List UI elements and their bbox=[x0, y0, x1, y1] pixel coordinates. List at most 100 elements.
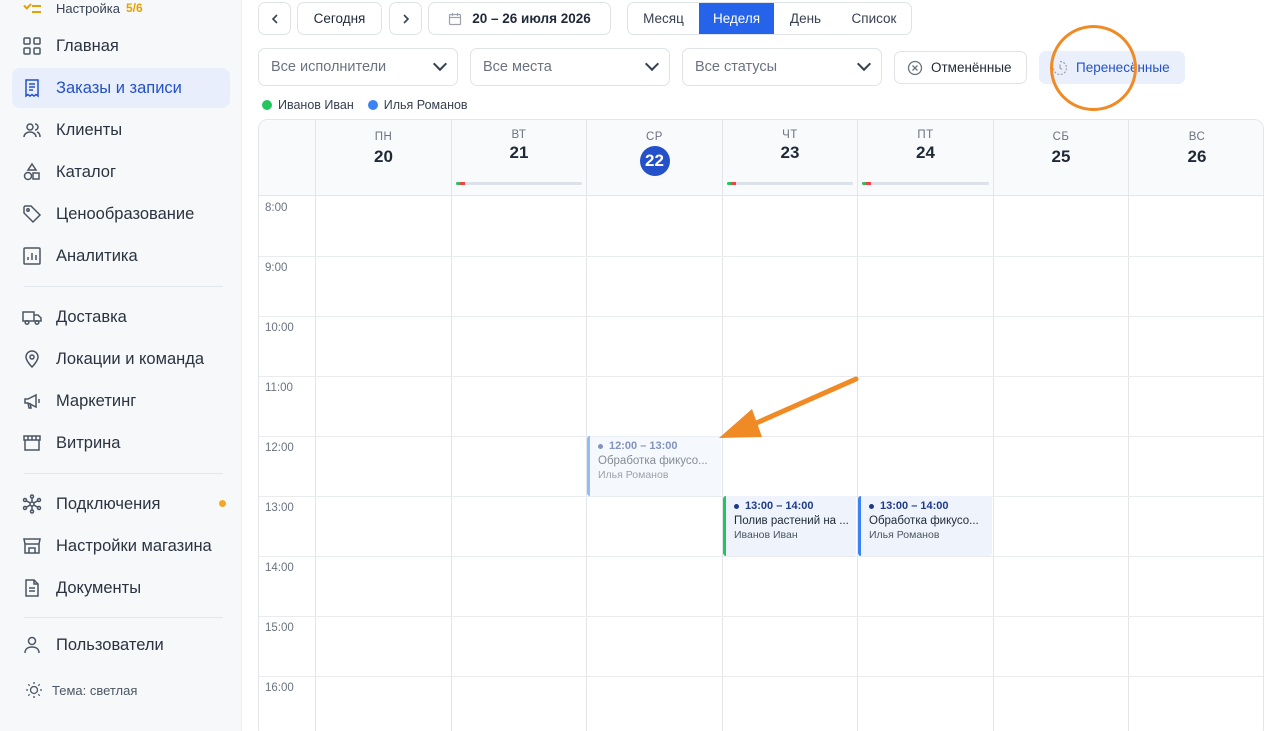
sidebar-item-store-settings[interactable]: Настройки магазина bbox=[12, 526, 230, 566]
sidebar-item-label: Клиенты bbox=[56, 120, 123, 139]
sidebar-item-label: Пользователи bbox=[56, 635, 164, 654]
today-button[interactable]: Сегодня bbox=[297, 2, 382, 35]
grid-column-line bbox=[315, 196, 316, 731]
view-day-tab[interactable]: День bbox=[774, 3, 837, 34]
location-pin-icon bbox=[22, 349, 42, 369]
hour-line bbox=[259, 436, 1263, 437]
performers-select[interactable]: Все исполнители bbox=[258, 48, 458, 86]
time-label: 8:00 bbox=[265, 202, 288, 214]
day-date-today: 22 bbox=[639, 146, 670, 176]
sidebar-item-label: Настройки магазина bbox=[56, 536, 212, 555]
legend-dot bbox=[367, 100, 378, 110]
hour-line bbox=[259, 676, 1263, 677]
event-card[interactable]: 12:00 – 13:00 Обработка фикусо... Илья Р… bbox=[587, 436, 721, 496]
day-name: ВТ bbox=[511, 129, 527, 141]
event-time: 13:00 – 14:00 bbox=[869, 500, 992, 512]
sidebar-item-label: Локации и команда bbox=[56, 349, 205, 368]
day-name: СБ bbox=[1052, 131, 1070, 143]
user-icon bbox=[22, 635, 42, 655]
calendar-icon bbox=[449, 12, 462, 25]
view-month-tab[interactable]: Месяц bbox=[628, 3, 699, 34]
view-week-tab[interactable]: Неделя bbox=[699, 3, 774, 34]
hour-line bbox=[259, 256, 1263, 257]
sidebar-item-label: Каталог bbox=[56, 162, 116, 181]
sidebar-item-documents[interactable]: Документы bbox=[12, 568, 230, 608]
day-header-wed[interactable]: СР 22 bbox=[586, 120, 722, 196]
time-label: 13:00 bbox=[265, 502, 294, 514]
statuses-select[interactable]: Все статусы bbox=[682, 48, 882, 86]
day-name: СР bbox=[646, 131, 663, 143]
performer-legend: Иванов Иван Илья Романов bbox=[262, 98, 482, 112]
view-list-tab[interactable]: Список bbox=[837, 3, 911, 34]
sidebar-item-marketing[interactable]: Маркетинг bbox=[12, 381, 230, 421]
sidebar-divider bbox=[24, 617, 223, 618]
places-select[interactable]: Все места bbox=[470, 48, 670, 86]
sidebar-item-storefront[interactable]: Витрина bbox=[12, 423, 230, 463]
sidebar-item-users[interactable]: Пользователи bbox=[12, 625, 230, 665]
sidebar-item-clients[interactable]: Клиенты bbox=[12, 110, 230, 150]
users-icon bbox=[22, 120, 42, 140]
sidebar-item-locations[interactable]: Локации и команда bbox=[12, 339, 230, 379]
setup-progress[interactable]: Настройка 5/6 bbox=[24, 0, 143, 16]
day-name: ВС bbox=[1188, 131, 1206, 143]
theme-toggle[interactable]: Тема: светлая bbox=[24, 680, 137, 700]
sidebar-item-label: Документы bbox=[56, 578, 142, 597]
sidebar-item-analytics[interactable]: Аналитика bbox=[12, 236, 230, 276]
sidebar-item-catalog[interactable]: Каталог bbox=[12, 152, 230, 192]
event-time: 13:00 – 14:00 bbox=[734, 500, 856, 512]
sidebar-item-label: Маркетинг bbox=[56, 391, 137, 410]
next-week-button[interactable] bbox=[389, 2, 422, 35]
day-header-sat[interactable]: СБ 25 bbox=[993, 120, 1128, 196]
hour-line bbox=[259, 376, 1263, 377]
sidebar-item-label: Витрина bbox=[56, 433, 121, 452]
sidebar-item-label: Аналитика bbox=[56, 246, 138, 265]
day-load-bar bbox=[727, 182, 853, 185]
day-date: 25 bbox=[1051, 147, 1071, 166]
day-header-fri[interactable]: ПТ 24 bbox=[857, 120, 993, 196]
sidebar: Настройка 5/6 Главная Заказы и записи Кл… bbox=[0, 0, 242, 731]
day-header-tue[interactable]: ВТ 21 bbox=[451, 120, 586, 196]
highlight-circle bbox=[1050, 25, 1137, 111]
day-header-sun[interactable]: ВС 26 bbox=[1128, 120, 1263, 196]
prev-week-button[interactable] bbox=[258, 2, 291, 35]
date-range-picker[interactable]: 20 – 26 июля 2026 bbox=[428, 2, 611, 35]
sidebar-item-label: Главная bbox=[56, 36, 119, 55]
sidebar-item-integrations[interactable]: Подключения bbox=[12, 484, 230, 524]
legend-label: Иванов Иван bbox=[278, 98, 354, 112]
chart-icon bbox=[22, 246, 42, 266]
store-settings-icon bbox=[22, 536, 42, 556]
chevron-down-icon bbox=[856, 56, 872, 72]
chevron-right-icon bbox=[402, 13, 409, 24]
setup-label: Настройка bbox=[56, 0, 120, 16]
day-date: 21 bbox=[509, 143, 529, 162]
cancelled-filter-chip[interactable]: Отменённые bbox=[894, 51, 1027, 84]
day-load-bar bbox=[862, 182, 989, 185]
day-header-thu[interactable]: ЧТ 23 bbox=[722, 120, 857, 196]
event-card[interactable]: 13:00 – 14:00 Обработка фикусо... Илья Р… bbox=[858, 496, 992, 556]
event-title: Обработка фикусо... bbox=[869, 515, 979, 527]
day-date: 20 bbox=[374, 147, 393, 166]
legend-item: Илья Романов bbox=[367, 98, 468, 112]
sidebar-item-orders[interactable]: Заказы и записи bbox=[12, 68, 230, 108]
time-label: 11:00 bbox=[265, 382, 293, 394]
sidebar-item-delivery[interactable]: Доставка bbox=[12, 297, 230, 337]
time-label: 14:00 bbox=[265, 562, 294, 574]
sidebar-item-home[interactable]: Главная bbox=[12, 26, 230, 66]
shapes-icon bbox=[22, 162, 42, 182]
megaphone-icon bbox=[22, 391, 42, 411]
day-date: 23 bbox=[780, 143, 800, 162]
tag-icon bbox=[22, 204, 42, 224]
receipt-icon bbox=[22, 78, 42, 98]
network-icon bbox=[22, 494, 42, 514]
sidebar-item-pricing[interactable]: Ценообразование bbox=[12, 194, 230, 234]
chevron-down-icon bbox=[432, 56, 448, 72]
places-select-value: Все места bbox=[483, 59, 552, 75]
date-range-label: 20 – 26 июля 2026 bbox=[472, 11, 591, 26]
time-label: 9:00 bbox=[265, 262, 288, 274]
document-icon bbox=[22, 578, 42, 598]
hour-line bbox=[259, 616, 1263, 617]
day-header-mon[interactable]: ПН 20 bbox=[315, 120, 451, 196]
event-person: Илья Романов bbox=[869, 529, 940, 541]
view-switcher: Месяц Неделя День Список bbox=[627, 2, 912, 35]
event-card[interactable]: 13:00 – 14:00 Полив растений на ... Иван… bbox=[723, 496, 856, 556]
